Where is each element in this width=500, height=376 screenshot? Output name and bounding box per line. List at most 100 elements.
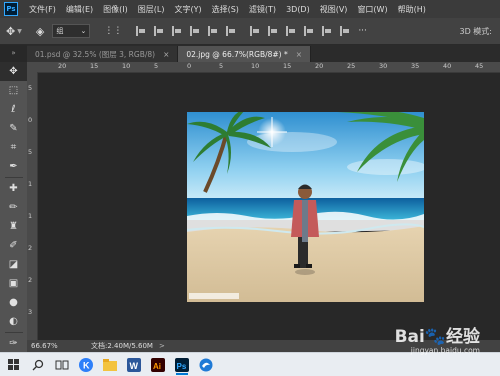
- ruler-tick: 15: [283, 62, 292, 70]
- ruler-tick: 2: [28, 244, 33, 252]
- close-icon[interactable]: ×: [163, 50, 169, 59]
- close-icon[interactable]: ×: [296, 50, 302, 59]
- lasso-icon[interactable]: ℓ: [0, 100, 27, 119]
- windows-start-icon[interactable]: [4, 355, 24, 375]
- menu-select[interactable]: 选择(S): [207, 4, 244, 15]
- history-brush-icon[interactable]: ✐: [0, 236, 27, 255]
- more-options-icon[interactable]: ···: [358, 26, 367, 36]
- pen-icon[interactable]: ✑: [0, 334, 27, 353]
- align-bottom-icon[interactable]: [226, 26, 236, 36]
- ruler-tick: 2: [28, 276, 33, 284]
- align-hcenter-icon[interactable]: [154, 26, 164, 36]
- eraser-icon[interactable]: ◪: [0, 255, 27, 274]
- blur-icon[interactable]: ●: [0, 293, 27, 312]
- menu-3d[interactable]: 3D(D): [281, 5, 315, 14]
- distribute-hcenter-icon[interactable]: [322, 26, 332, 36]
- tools-panel: » ✥ ⬚ ℓ ✎ ⌗ ✒ ✚ ✏ ♜ ✐ ◪ ▣ ● ◐ ✑ T: [0, 49, 28, 368]
- eyedropper-icon[interactable]: ✒: [0, 157, 27, 176]
- ruler-tick: 0: [187, 62, 192, 70]
- options-bar: ✥ ▼ ◈ 组 ⌄ ⋮⋮ ··· 3D 模式:: [0, 18, 500, 45]
- svg-text:Ps: Ps: [177, 362, 187, 371]
- photoshop-icon[interactable]: Ps: [172, 355, 192, 375]
- distribute-right-icon[interactable]: [340, 26, 350, 36]
- task-view-icon[interactable]: [52, 355, 72, 375]
- svg-text:Ai: Ai: [153, 362, 161, 371]
- collapse-toolbar-icon[interactable]: »: [0, 46, 27, 60]
- marquee-icon[interactable]: ⬚: [0, 81, 27, 100]
- dodge-icon[interactable]: ◐: [0, 312, 27, 331]
- baidu-jingyan-watermark: Bai🐾经验 jingyan.baidu.com: [384, 322, 494, 362]
- tab-label: 02.jpg @ 66.7%(RGB/8#) *: [186, 49, 288, 59]
- vertical-ruler[interactable]: 5 0 5 1 1 2 2 3: [27, 72, 38, 340]
- align-right-icon[interactable]: [172, 26, 182, 36]
- document-tabs: 01.psd @ 32.5% (图层 3, RGB/8) × 02.jpg @ …: [27, 45, 500, 62]
- menu-type[interactable]: 文字(Y): [169, 4, 206, 15]
- transform-controls-icon[interactable]: ⋮⋮: [104, 26, 122, 36]
- brush-icon[interactable]: ✏: [0, 198, 27, 217]
- align-left-icon[interactable]: [136, 26, 146, 36]
- ruler-tick: 5: [154, 62, 159, 70]
- ruler-tick: 30: [379, 62, 388, 70]
- ruler-tick: 15: [90, 62, 99, 70]
- word-icon[interactable]: W: [124, 355, 144, 375]
- menu-edit[interactable]: 编辑(E): [61, 4, 98, 15]
- zoom-level[interactable]: 66.67%: [31, 342, 71, 350]
- edge-icon[interactable]: [196, 355, 216, 375]
- ruler-tick: 3: [28, 308, 33, 316]
- crop-icon[interactable]: ⌗: [0, 138, 27, 157]
- ruler-tick: 5: [28, 148, 33, 156]
- menu-window[interactable]: 窗口(W): [352, 4, 392, 15]
- ruler-tick: 5: [28, 84, 33, 92]
- ruler-tick: 45: [475, 62, 484, 70]
- horizontal-ruler[interactable]: 20 15 10 5 0 5 10 15 20 25 30 35 40 45: [38, 62, 500, 73]
- chevron-down-icon: ⌄: [80, 27, 87, 35]
- document-canvas-image[interactable]: [187, 112, 424, 302]
- app-k-icon[interactable]: K: [76, 355, 96, 375]
- ruler-tick: 20: [315, 62, 324, 70]
- distribute-top-icon[interactable]: [250, 26, 260, 36]
- tab-01-psd[interactable]: 01.psd @ 32.5% (图层 3, RGB/8) ×: [27, 46, 179, 62]
- menu-view[interactable]: 视图(V): [315, 4, 353, 15]
- menu-help[interactable]: 帮助(H): [393, 4, 431, 15]
- distribute-vcenter-icon[interactable]: [268, 26, 278, 36]
- healing-icon[interactable]: ✚: [0, 179, 27, 198]
- ruler-tick: 5: [219, 62, 224, 70]
- move-tool-preset-icon[interactable]: ✥: [6, 25, 15, 38]
- ruler-tick: 1: [28, 212, 33, 220]
- auto-select-dropdown[interactable]: 组 ⌄: [52, 24, 91, 38]
- layer-stack-icon: ◈: [35, 24, 45, 38]
- align-vcenter-icon[interactable]: [208, 26, 218, 36]
- tab-label: 01.psd @ 32.5% (图层 3, RGB/8): [35, 49, 156, 59]
- ruler-tick: 40: [443, 62, 452, 70]
- ruler-tick: 0: [28, 116, 33, 124]
- chevron-down-icon[interactable]: ▼: [17, 28, 22, 35]
- move-icon[interactable]: ✥: [0, 62, 27, 81]
- svg-text:K: K: [83, 360, 90, 370]
- ruler-tick: 10: [251, 62, 260, 70]
- 3d-mode-label: 3D 模式:: [459, 26, 493, 36]
- tool-separator: [4, 177, 23, 178]
- distribute-left-icon[interactable]: [304, 26, 314, 36]
- document-size[interactable]: 文档:2.40M/5.60M: [91, 341, 153, 351]
- tool-separator: [4, 332, 23, 333]
- distribute-bottom-icon[interactable]: [286, 26, 296, 36]
- align-top-icon[interactable]: [190, 26, 200, 36]
- menu-file[interactable]: 文件(F): [24, 4, 61, 15]
- illustrator-icon[interactable]: Ai: [148, 355, 168, 375]
- menu-filter[interactable]: 滤镜(T): [244, 4, 281, 15]
- photoshop-logo-icon[interactable]: Ps: [4, 2, 18, 16]
- gradient-icon[interactable]: ▣: [0, 274, 27, 293]
- file-explorer-icon[interactable]: [100, 355, 120, 375]
- quick-select-icon[interactable]: ✎: [0, 119, 27, 138]
- status-menu-arrow[interactable]: >: [159, 342, 165, 350]
- menu-image[interactable]: 图像(I): [98, 4, 133, 15]
- stamp-icon[interactable]: ♜: [0, 217, 27, 236]
- search-icon[interactable]: [28, 355, 48, 375]
- ruler-tick: 35: [411, 62, 420, 70]
- tab-02-jpg[interactable]: 02.jpg @ 66.7%(RGB/8#) * ×: [178, 46, 312, 62]
- ruler-tick: 1: [28, 180, 33, 188]
- beach-photo: [187, 112, 424, 302]
- ruler-origin[interactable]: [27, 62, 38, 72]
- watermark-url: jingyan.baidu.com: [410, 346, 480, 355]
- menu-layer[interactable]: 图层(L): [133, 4, 170, 15]
